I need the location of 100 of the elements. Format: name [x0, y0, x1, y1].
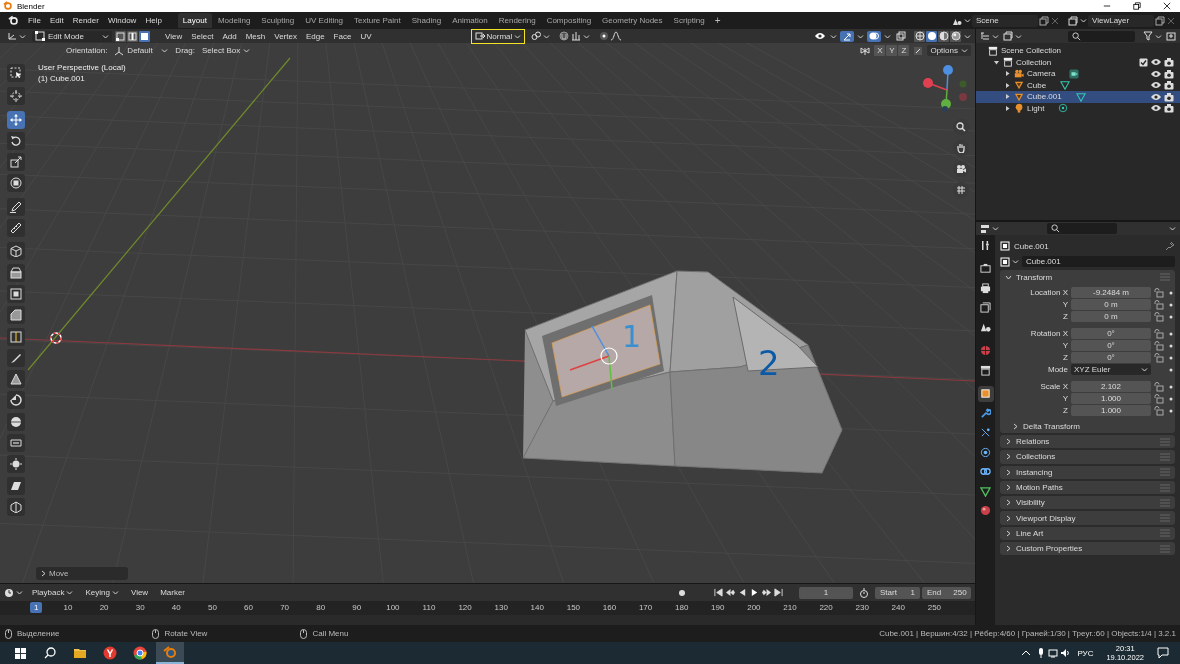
timeline-menu[interactable]: View	[127, 587, 152, 598]
workspace-tab[interactable]: Animation	[447, 13, 493, 28]
view-layer-field[interactable]: ViewLayer	[1088, 14, 1154, 27]
menu-item[interactable]: Edit	[45, 13, 68, 28]
header-menu-item[interactable]: Face	[330, 30, 355, 42]
object-name-field[interactable]: Cube.001	[1022, 256, 1175, 267]
panel-header[interactable]: Custom Properties	[1000, 541, 1175, 556]
frame-number: 210	[783, 603, 797, 612]
number-field[interactable]: 0°	[1071, 340, 1151, 351]
outliner-row[interactable]: Cube	[976, 79, 1180, 91]
frame-number: 180	[675, 603, 689, 612]
number-field[interactable]: -9.2484 m	[1071, 287, 1151, 298]
header-menu-item[interactable]: View	[162, 30, 186, 42]
subpanel-header[interactable]: Delta Transform	[1000, 419, 1080, 433]
mirror-axis-toggle[interactable]: X	[874, 45, 886, 56]
frame-number: 50	[207, 603, 217, 612]
workspace-tab[interactable]: Rendering	[493, 13, 541, 28]
orientation-dropdown[interactable]: Default	[111, 45, 172, 56]
number-field[interactable]: 0°	[1071, 352, 1151, 363]
start-frame-field[interactable]: Start 1	[875, 586, 920, 599]
frame-number: 30	[135, 603, 145, 612]
frame-number: 60	[244, 603, 253, 612]
frame-number: 200	[747, 603, 761, 612]
object-name: Cube.001	[1014, 241, 1049, 251]
workspace-tab[interactable]: UV Editing	[300, 13, 349, 28]
workspace-tab[interactable]: Modeling	[212, 13, 256, 28]
add-workspace-button[interactable]: +	[710, 15, 725, 26]
input-language[interactable]: РУС	[1072, 648, 1099, 658]
frame-number: 80	[316, 603, 326, 612]
field-label: Y	[1061, 393, 1068, 404]
panel-header[interactable]: Instancing	[1000, 465, 1175, 480]
view-name: User Perspective (Local)	[38, 62, 127, 73]
header-menu-item[interactable]: Select	[188, 30, 217, 42]
menu-item[interactable]: Window	[103, 13, 141, 28]
frame-number: 10	[63, 603, 73, 612]
drag-dropdown[interactable]: Select Box	[198, 45, 254, 56]
mode-dropdown[interactable]: XYZ Euler	[1071, 364, 1151, 375]
workspace-tab[interactable]: Texture Paint	[349, 13, 406, 28]
header-menu-item[interactable]: Vertex	[271, 30, 300, 42]
frame-ruler[interactable]: 1 10 20 30 40 50 60 70 80 90 100 110 120 130 140 150 160 170 180 190 200 210 220 230 240 250	[0, 601, 975, 615]
timeline-menu[interactable]: Keying	[82, 587, 122, 598]
number-field[interactable]: 1.000	[1071, 405, 1151, 416]
timeline-menu[interactable]: Playback	[29, 587, 77, 598]
scene-name-field[interactable]: Scene	[972, 14, 1038, 27]
orientation-dropdown[interactable]: Normal	[470, 29, 526, 44]
current-frame-marker[interactable]: 1	[30, 602, 43, 613]
number-field[interactable]: 0°	[1071, 328, 1151, 339]
panel-header[interactable]: Motion Paths	[1000, 480, 1175, 495]
menu-item[interactable]: Help	[141, 13, 166, 28]
face-number: 2	[758, 343, 780, 383]
number-field[interactable]: 1.000	[1071, 393, 1151, 404]
outliner-row[interactable]: Camera	[976, 68, 1180, 80]
panel-header[interactable]: Relations	[1000, 434, 1175, 449]
outliner-row[interactable]: Cube.001	[976, 91, 1180, 103]
panel-header[interactable]: Transform	[1000, 270, 1175, 284]
workspace-tab[interactable]: Shading	[406, 13, 447, 28]
frame-number: 170	[638, 603, 653, 612]
menu-item[interactable]: File	[24, 13, 45, 28]
menu-item[interactable]: Render	[68, 13, 103, 28]
field-label: Location X	[1029, 287, 1068, 298]
panel-header[interactable]: Line Art	[1000, 526, 1175, 541]
field-label: Rotation X	[1029, 328, 1068, 339]
face-number: 1	[622, 319, 642, 354]
last-operator-panel[interactable]: Move	[36, 567, 128, 580]
panel-header[interactable]: Visibility	[1000, 495, 1175, 510]
status-hint: Rotate View	[164, 629, 208, 638]
orientation-label: Orientation:	[66, 46, 108, 55]
frame-number: 120	[458, 603, 472, 612]
outliner-label: Light	[1027, 103, 1045, 113]
outliner-label: Scene Collection	[1001, 46, 1062, 56]
frame-number: 140	[530, 603, 544, 612]
frame-number: 230	[855, 603, 869, 612]
timeline-menu[interactable]: Marker	[157, 587, 189, 598]
header-menu-item[interactable]: UV	[357, 30, 375, 42]
header-menu-item[interactable]: Add	[219, 30, 240, 42]
workspace-tab[interactable]: Scripting	[668, 13, 710, 28]
frame-number: 20	[99, 603, 109, 612]
panel-header[interactable]: Collections	[1000, 449, 1175, 464]
workspace-tab[interactable]: Sculpting	[256, 13, 300, 28]
number-field[interactable]: 0 m	[1071, 299, 1151, 310]
options-dropdown[interactable]: Options	[927, 45, 971, 56]
outliner-row[interactable]: Scene Collection	[976, 45, 1180, 57]
workspace-tab[interactable]: Geometry Nodes	[597, 13, 668, 28]
current-frame-field[interactable]: 1	[799, 586, 853, 599]
workspace-tab[interactable]: Layout	[177, 13, 212, 28]
header-menu-item[interactable]: Edge	[302, 30, 328, 42]
mirror-axis-toggle[interactable]: Z	[898, 45, 910, 56]
number-field[interactable]: 2.102	[1071, 381, 1151, 392]
outliner-row[interactable]: Light	[976, 102, 1180, 114]
header-menu-item[interactable]: Mesh	[242, 30, 269, 42]
frame-number: 130	[494, 603, 508, 612]
outliner-label: Cube	[1027, 80, 1047, 90]
panel-header[interactable]: Viewport Display	[1000, 511, 1175, 526]
mode-dropdown[interactable]: Edit Mode	[32, 30, 112, 42]
workspace-tab[interactable]: Compositing	[541, 13, 597, 28]
mirror-axis-toggle[interactable]: Y	[886, 45, 898, 56]
3d-viewport[interactable]: 1 2 Edit Mode View Select Add Mesh Vertex Edge Face UV Normal Orientation: Default Drag: Select Box X Y Z Options User Perspective (Local) (1) Cube.001 Move	[0, 29, 975, 583]
outliner-row[interactable]: Collection	[976, 56, 1180, 68]
number-field[interactable]: 0 m	[1071, 311, 1151, 322]
end-frame-field[interactable]: End 250	[922, 586, 971, 599]
